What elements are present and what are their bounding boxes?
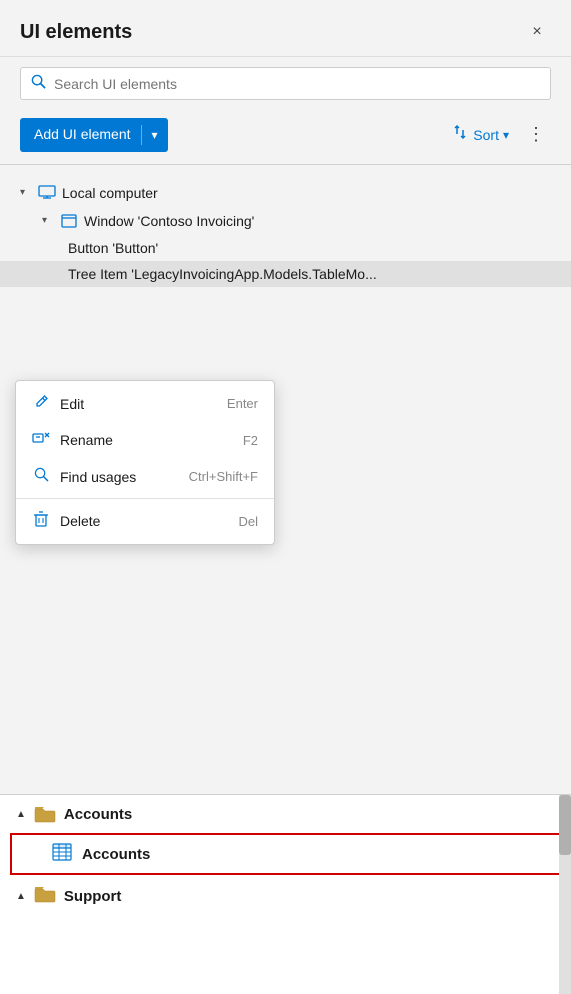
button-button-label: Button 'Button' (68, 240, 158, 256)
bottom-tree-sub-item-accounts-table[interactable]: Accounts (10, 833, 561, 875)
context-delete-shortcut: Del (238, 514, 258, 529)
panel-title: UI elements (20, 21, 132, 44)
sort-dropdown-arrow[interactable]: ▾ (503, 128, 509, 142)
search-icon (31, 74, 46, 93)
chevron-down-icon: ▾ (20, 187, 32, 198)
folder-accounts-icon (34, 805, 56, 823)
add-button-dropdown-arrow[interactable]: ▾ (142, 128, 168, 142)
window-icon (60, 212, 78, 230)
context-edit-label: Edit (60, 396, 84, 412)
scrollbar-thumb[interactable] (559, 795, 571, 855)
trash-icon (32, 511, 50, 531)
table-accounts-icon (52, 843, 72, 865)
context-menu-item-delete[interactable]: Delete Del (16, 502, 274, 540)
search-input-wrap (20, 67, 551, 100)
tree-item-local-computer[interactable]: ▾ Local computer (0, 179, 571, 207)
folder-support-icon (34, 885, 56, 907)
window-contoso-label: Window 'Contoso Invoicing' (84, 213, 254, 229)
bottom-tree-item-accounts-folder[interactable]: ▲ Accounts (0, 795, 571, 833)
context-menu-item-rename[interactable]: Rename F2 (16, 422, 274, 458)
add-ui-element-button[interactable]: Add UI element ▾ (20, 118, 168, 152)
search-bar (0, 57, 571, 110)
search-input[interactable] (54, 76, 540, 92)
bottom-panel: ▲ Accounts Accounts ▲ (0, 794, 571, 994)
more-options-button[interactable]: ⋮ (521, 120, 551, 149)
toolbar-right: Sort ▾ ⋮ (447, 120, 551, 149)
tree-item-label: Tree Item 'LegacyInvoicingApp.Models.Tab… (68, 266, 377, 282)
support-folder-label: Support (64, 888, 122, 905)
context-menu-divider (16, 498, 274, 499)
context-find-usages-shortcut: Ctrl+Shift+F (189, 469, 258, 484)
panel-header: UI elements × (0, 0, 571, 57)
tree-item-button-button[interactable]: Button 'Button' (0, 235, 571, 261)
sort-label: Sort (473, 127, 499, 143)
pencil-icon (32, 394, 50, 413)
bottom-tree-item-support-folder[interactable]: ▲ Support (0, 875, 571, 917)
context-edit-shortcut: Enter (227, 396, 258, 411)
chevron-down-icon: ▾ (42, 215, 54, 226)
find-usages-icon (32, 467, 50, 486)
triangle-support-icon: ▲ (16, 891, 26, 902)
context-rename-label: Rename (60, 432, 113, 448)
context-menu-item-find-usages[interactable]: Find usages Ctrl+Shift+F (16, 458, 274, 495)
context-menu-item-edit[interactable]: Edit Enter (16, 385, 274, 422)
context-menu: Edit Enter Rename F2 (15, 380, 275, 545)
tree-item-window-contoso[interactable]: ▾ Window 'Contoso Invoicing' (0, 207, 571, 235)
local-computer-label: Local computer (62, 185, 158, 201)
context-find-usages-label: Find usages (60, 469, 136, 485)
context-delete-label: Delete (60, 513, 100, 529)
accounts-folder-label: Accounts (64, 806, 132, 823)
sort-icon (453, 124, 469, 145)
sort-button[interactable]: Sort ▾ (447, 120, 515, 149)
triangle-accounts-icon: ▲ (16, 809, 26, 820)
scrollbar[interactable] (559, 795, 571, 994)
context-rename-shortcut: F2 (243, 433, 258, 448)
toolbar: Add UI element ▾ Sort ▾ ⋮ (0, 110, 571, 164)
computer-icon (38, 184, 56, 202)
tree-item-legacy-tree-item[interactable]: Tree Item 'LegacyInvoicingApp.Models.Tab… (0, 261, 571, 287)
add-button-label: Add UI element (20, 125, 142, 145)
tree-panel: ▾ Local computer ▾ Window 'Contoso Invoi… (0, 165, 571, 287)
rename-icon (32, 431, 50, 449)
close-button[interactable]: × (523, 18, 551, 46)
accounts-table-label: Accounts (82, 846, 150, 863)
